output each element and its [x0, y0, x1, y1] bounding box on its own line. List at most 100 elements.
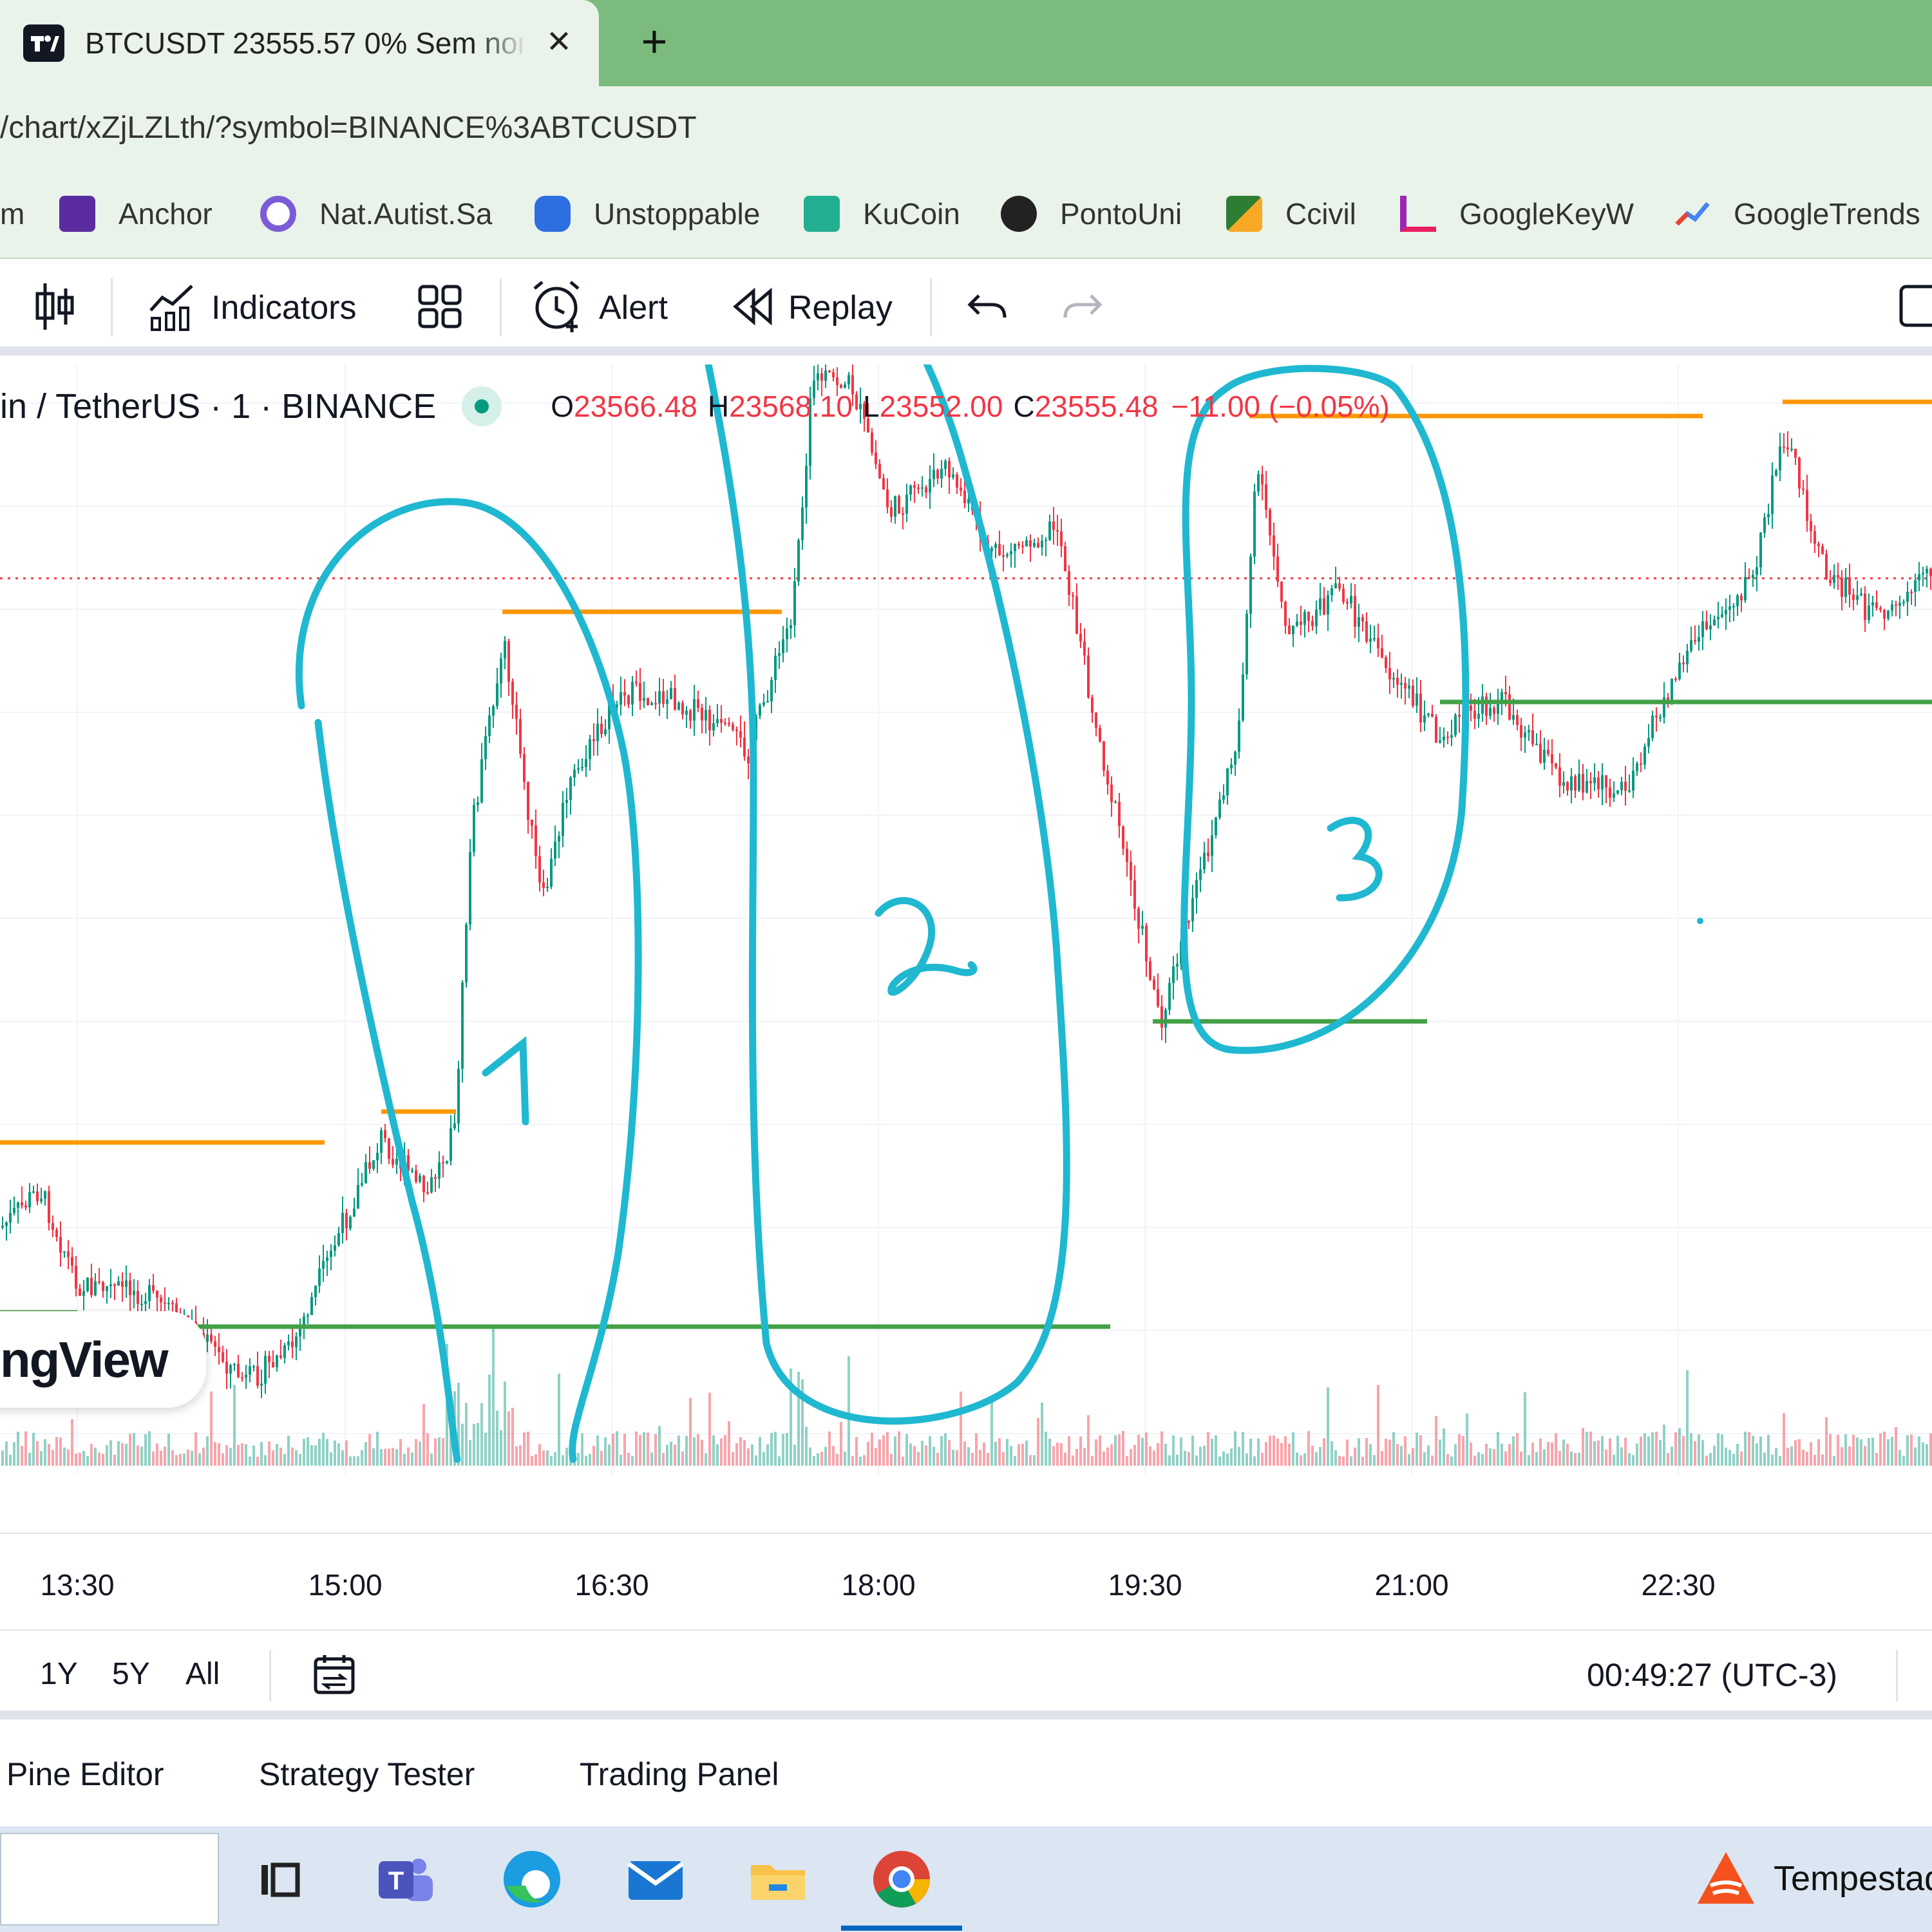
bookmark-item[interactable]: GoogleTrends — [1674, 191, 1920, 237]
volume-bar — [1871, 1437, 1874, 1466]
bookmark-item[interactable]: Nat.Autist.Sa — [260, 191, 492, 237]
candle-body — [1172, 966, 1175, 983]
bookmark-item[interactable]: PontoUni — [1001, 191, 1182, 237]
volume-bar — [1222, 1451, 1225, 1466]
volume-bar — [1454, 1444, 1457, 1466]
volume-bar — [1829, 1434, 1832, 1466]
range-1y-button[interactable]: 1Y — [40, 1656, 78, 1692]
range-all-button[interactable]: All — [185, 1656, 220, 1692]
candle-body — [1887, 611, 1889, 619]
candle-body — [1926, 569, 1928, 573]
bookmark-item[interactable]: Unstoppable — [535, 191, 760, 237]
edge-icon[interactable] — [500, 1847, 564, 1911]
undo-button[interactable] — [966, 281, 1007, 335]
volume-bar — [361, 1450, 363, 1466]
volume-bar — [1388, 1439, 1391, 1466]
fullscreen-button[interactable] — [1899, 281, 1932, 335]
chrome-icon[interactable] — [869, 1847, 934, 1911]
volume-bar — [1485, 1443, 1488, 1466]
weather-storm-icon[interactable] — [1694, 1847, 1758, 1911]
candle-body — [693, 699, 696, 721]
alert-button[interactable]: Alert — [532, 280, 668, 335]
redo-button[interactable] — [1063, 281, 1104, 335]
tab-trading-panel[interactable]: Trading Panel — [580, 1756, 779, 1793]
browser-tab[interactable]: BTCUSDT 23555.57 0% Sem nome ✕ — [0, 0, 599, 86]
url-field[interactable]: /chart/xZjLZLth/?symbol=BINANCE%3ABTCUSD… — [0, 106, 697, 151]
volume-bar — [1331, 1441, 1333, 1466]
bookmark-item[interactable]: Anchor — [59, 191, 213, 237]
volume-bar — [171, 1450, 174, 1466]
low-value: 23552.00 — [879, 390, 1003, 423]
chart-toolbar: Indicators Alert Replay — [0, 259, 1932, 355]
volume-bar — [546, 1450, 549, 1466]
candle-body — [1130, 862, 1132, 880]
volume-bar — [1245, 1453, 1248, 1466]
volume-bar — [75, 1453, 77, 1466]
teams-icon[interactable]: T — [372, 1847, 437, 1911]
candle-body — [1682, 662, 1685, 665]
tab-strategy-tester[interactable]: Strategy Tester — [259, 1756, 475, 1793]
volume-bar — [21, 1446, 23, 1466]
taskbar-search-box[interactable] — [0, 1833, 219, 1926]
candle-body — [739, 731, 742, 738]
symbol-name[interactable]: in / TetherUS · 1 · BINANCE — [0, 386, 436, 426]
candle-body — [450, 1128, 452, 1161]
volume-bar — [940, 1435, 943, 1466]
volume-bar — [295, 1450, 298, 1466]
task-view-icon[interactable] — [247, 1847, 312, 1911]
candle-body — [921, 487, 923, 489]
clock-timezone[interactable]: 00:49:27 (UTC-3) — [1587, 1656, 1837, 1694]
volume-bar — [1273, 1435, 1275, 1466]
logo-text: ngView — [0, 1331, 169, 1388]
candle-body — [1010, 551, 1012, 554]
indicators-icon — [147, 281, 196, 336]
volume-bar — [434, 1438, 437, 1466]
candle-body — [1520, 724, 1522, 738]
candle-body — [1342, 589, 1345, 602]
volume-bar — [1045, 1432, 1047, 1466]
volume-bar — [693, 1437, 696, 1466]
mail-icon[interactable] — [623, 1847, 688, 1911]
candle-body — [1558, 767, 1561, 786]
chart-area[interactable]: in / TetherUS · 1 · BINANCE O 23566.48 H… — [0, 365, 1932, 1475]
volume-bar — [666, 1444, 668, 1466]
bookmark-item[interactable]: m — [0, 191, 24, 237]
volume-bar — [1211, 1439, 1213, 1466]
volume-bar — [1369, 1444, 1372, 1466]
candle-body — [1701, 621, 1704, 638]
volume-bar — [1443, 1428, 1445, 1466]
candle-body — [948, 460, 951, 478]
chart-type-button[interactable] — [32, 281, 77, 335]
file-explorer-icon[interactable] — [746, 1847, 810, 1911]
volume-bar — [542, 1450, 545, 1466]
candle-body — [801, 507, 804, 540]
time-axis[interactable]: 13:30 15:00 16:30 18:00 19:30 21:00 22:3… — [0, 1533, 1932, 1629]
volume-bar — [121, 1443, 124, 1466]
bookmark-item[interactable]: Ccivil — [1226, 191, 1356, 237]
indicators-button[interactable]: Indicators — [147, 281, 356, 335]
volume-bar — [511, 1407, 514, 1466]
volume-bar — [229, 1448, 232, 1466]
volume-bar — [674, 1444, 676, 1466]
range-5y-button[interactable]: 5Y — [112, 1656, 150, 1692]
replay-button[interactable]: Replay — [732, 281, 893, 335]
tab-close-icon[interactable]: ✕ — [542, 26, 576, 59]
candle-body — [1821, 546, 1824, 554]
candle-body — [585, 759, 587, 767]
bookmark-item[interactable]: GoogleKeyW — [1400, 191, 1634, 237]
bookmark-item[interactable]: KuCoin — [804, 191, 960, 237]
symbol-legend[interactable]: in / TetherUS · 1 · BINANCE O 23566.48 H… — [0, 384, 1390, 429]
candle-body — [902, 513, 904, 515]
volume-bar — [1489, 1448, 1492, 1466]
price-chart[interactable] — [0, 365, 1932, 1475]
layouts-button[interactable] — [417, 281, 462, 335]
new-tab-button[interactable]: + — [634, 19, 675, 64]
go-to-date-icon[interactable] — [312, 1653, 357, 1705]
tradingview-watermark-logo[interactable]: ngView — [0, 1311, 206, 1408]
weather-label[interactable]: Tempestade — [1774, 1859, 1932, 1899]
volume-bars — [1, 1325, 1932, 1466]
candle-body — [1443, 736, 1445, 741]
tab-pine-editor[interactable]: Pine Editor — [6, 1756, 164, 1793]
volume-bar — [1814, 1455, 1816, 1466]
volume-bar — [442, 1437, 444, 1466]
